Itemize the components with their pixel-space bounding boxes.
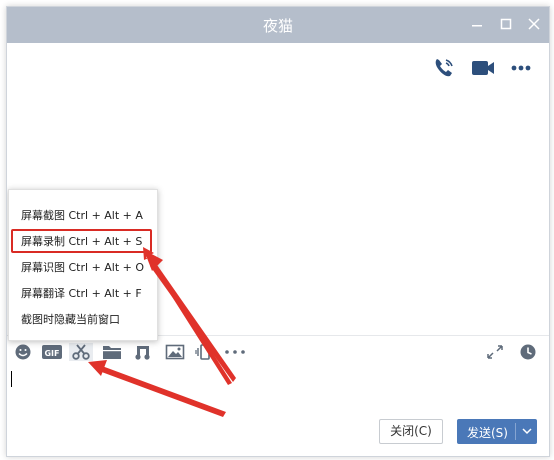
phone-call-button[interactable] — [431, 55, 457, 81]
gif-label: GIF — [44, 349, 59, 358]
history-button[interactable] — [518, 343, 538, 361]
title-bar: 夜猫 — [7, 7, 549, 43]
menu-item-hide-window[interactable]: 截图时隐藏当前窗口 — [9, 307, 157, 333]
phone-call-icon — [435, 59, 453, 77]
window-title: 夜猫 — [262, 17, 293, 35]
minimize-icon — [472, 25, 482, 27]
history-clock-icon — [520, 344, 536, 360]
more-icon — [225, 350, 245, 354]
emoji-button[interactable] — [13, 343, 33, 361]
menu-item-screenshot[interactable]: 屏幕截图 Ctrl + Alt + A — [9, 203, 157, 229]
menu-item-label: 屏幕识图 Ctrl + Alt + O — [21, 261, 145, 274]
maximize-icon — [500, 18, 512, 30]
close-icon — [528, 18, 540, 30]
send-button-divider — [515, 423, 516, 440]
screen-shake-button[interactable] — [195, 343, 215, 361]
chevron-down-icon — [522, 428, 532, 435]
screenshot-menu: 屏幕截图 Ctrl + Alt + A 屏幕录制 Ctrl + Alt + S … — [8, 189, 158, 341]
toolbar-more-button[interactable] — [223, 343, 247, 361]
video-call-icon — [472, 61, 494, 75]
menu-item-label: 屏幕翻译 Ctrl + Alt + F — [21, 287, 142, 300]
close-button[interactable] — [526, 15, 542, 33]
scissors-icon — [72, 344, 90, 360]
send-button[interactable]: 发送(S) — [457, 419, 537, 444]
menu-item-label: 屏幕截图 Ctrl + Alt + A — [21, 209, 143, 222]
emoji-icon — [15, 344, 31, 360]
send-button-label: 发送(S) — [467, 426, 508, 440]
expand-editor-button[interactable] — [485, 343, 505, 361]
close-chat-button[interactable]: 关闭(C) — [379, 419, 443, 444]
more-icon — [511, 65, 531, 71]
gif-icon: GIF — [42, 345, 62, 359]
image-icon — [165, 344, 185, 360]
screenshot-button[interactable] — [69, 343, 93, 361]
image-button[interactable] — [165, 343, 185, 361]
music-button[interactable] — [133, 343, 153, 361]
video-call-button[interactable] — [469, 55, 495, 81]
folder-icon — [103, 346, 121, 359]
screen-shake-icon — [195, 344, 215, 360]
expand-icon — [487, 345, 503, 359]
more-options-button[interactable] — [509, 55, 535, 81]
menu-item-screen-ocr[interactable]: 屏幕识图 Ctrl + Alt + O — [9, 255, 157, 281]
minimize-button[interactable] — [469, 15, 485, 33]
send-options-button[interactable] — [521, 422, 533, 440]
gif-button[interactable]: GIF — [41, 343, 63, 361]
maximize-button[interactable] — [498, 15, 514, 33]
music-icon — [135, 346, 150, 360]
menu-item-label: 截图时隐藏当前窗口 — [21, 313, 120, 326]
file-button[interactable] — [101, 343, 123, 361]
text-caret — [11, 371, 12, 387]
input-toolbar: GIF — [7, 338, 549, 364]
chat-window: 夜猫 GIF 关闭(C) 发送(S) 屏幕截图 Ctrl + Alt + A 屏… — [6, 6, 550, 457]
message-input[interactable] — [7, 367, 549, 411]
highlight-box — [11, 229, 152, 253]
menu-item-screen-translate[interactable]: 屏幕翻译 Ctrl + Alt + F — [9, 281, 157, 307]
